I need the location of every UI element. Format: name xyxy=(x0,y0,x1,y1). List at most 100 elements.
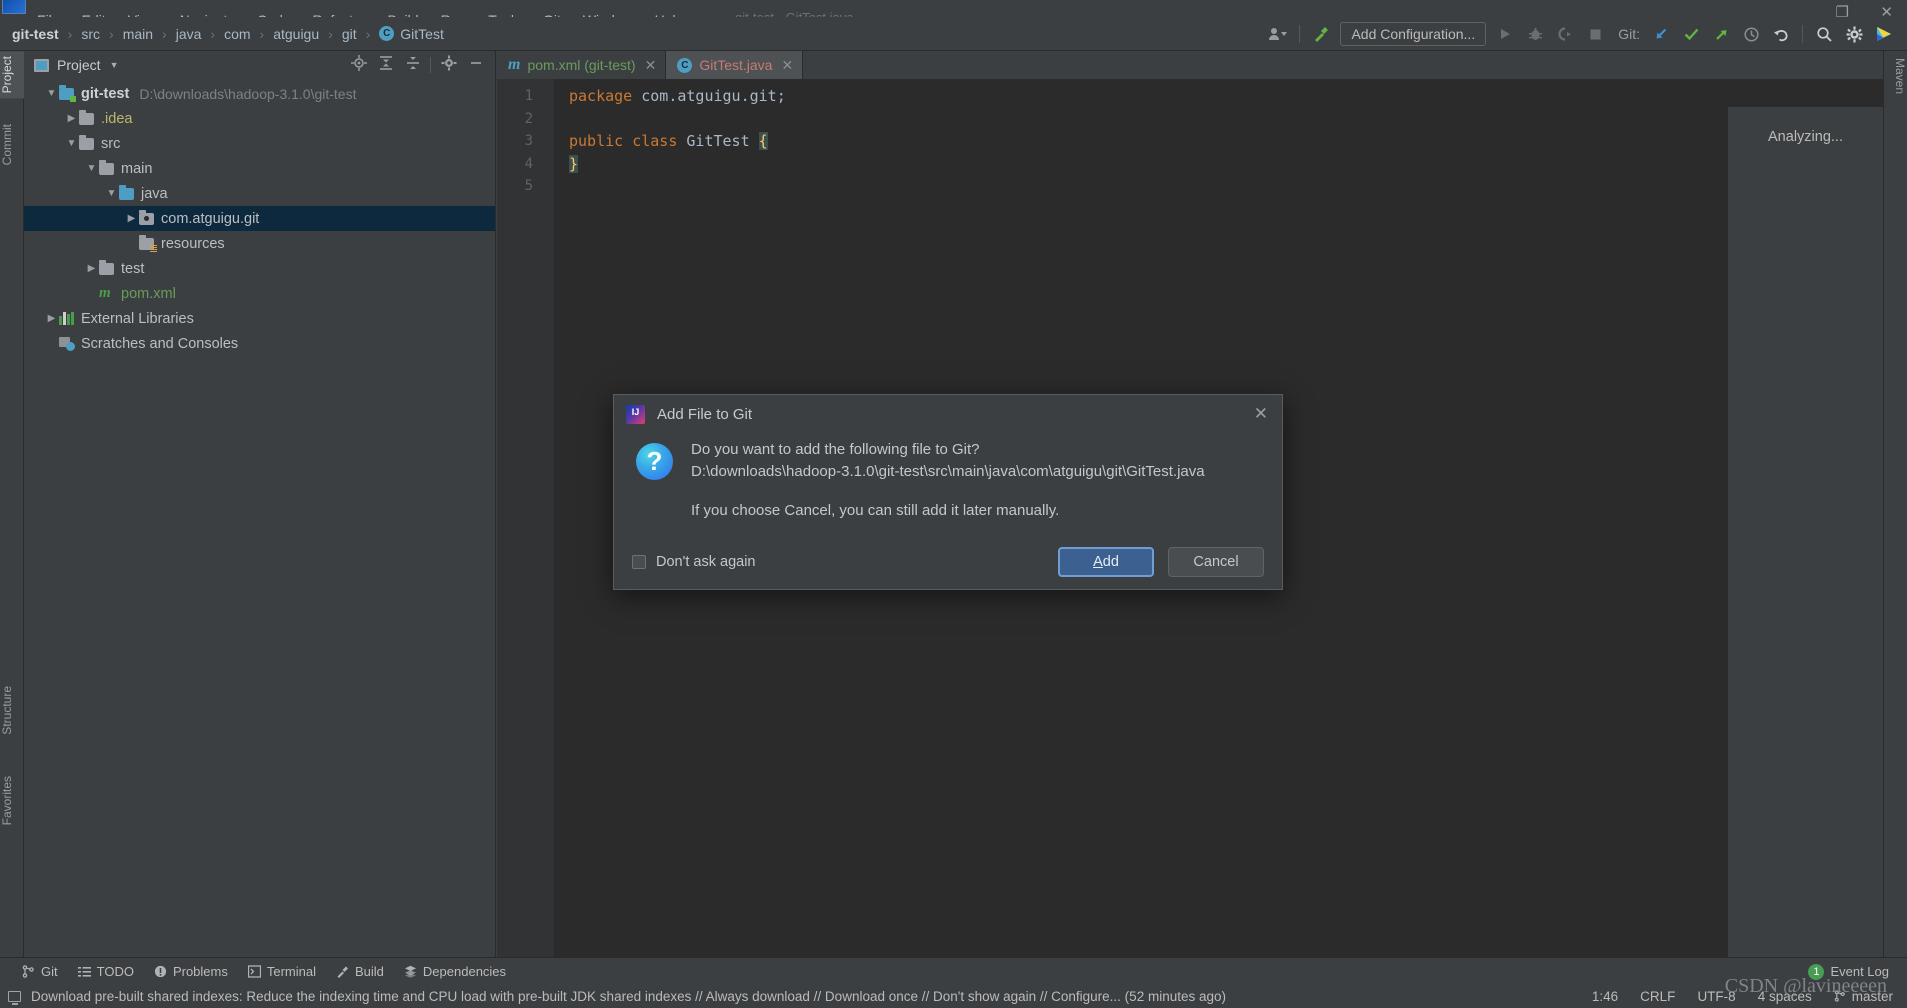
tool-button-dependencies[interactable]: Dependencies xyxy=(404,964,506,979)
bottom-tool-bar: Git TODO Problems Terminal Build Depende… xyxy=(0,957,1907,984)
git-branch-widget[interactable]: master xyxy=(1834,989,1893,1004)
dialog-title: Add File to Git xyxy=(657,405,753,423)
tool-button-build[interactable]: Build xyxy=(336,964,384,979)
terminal-icon xyxy=(247,964,261,978)
run-coverage-icon[interactable] xyxy=(1550,21,1580,47)
close-tab-icon[interactable]: ✕ xyxy=(645,57,657,74)
stop-icon[interactable] xyxy=(1580,21,1610,47)
chevron-right-icon[interactable]: ▶ xyxy=(84,263,99,274)
breadcrumb-main[interactable]: main xyxy=(123,26,153,42)
line-number: 3 xyxy=(524,133,533,149)
sidebar-item-maven[interactable]: Maven xyxy=(1883,53,1907,99)
tree-label: External Libraries xyxy=(81,310,194,327)
tool-button-problems[interactable]: Problems xyxy=(154,964,228,979)
locate-icon[interactable] xyxy=(345,54,372,76)
dont-ask-again-checkbox[interactable]: Don't ask again xyxy=(632,554,756,570)
chevron-right-icon[interactable]: ▶ xyxy=(44,313,59,324)
window-title: git-test - GitTest.java xyxy=(735,10,853,17)
chevron-down-icon[interactable]: ▼ xyxy=(64,138,79,149)
sidebar-item-commit[interactable]: Commit xyxy=(0,119,24,170)
tab-gittest-java[interactable]: C GitTest.java ✕ xyxy=(666,51,804,79)
chevron-down-icon[interactable]: ▼ xyxy=(104,188,119,199)
status-bar-right: 1:46 CRLF UTF-8 4 spaces master xyxy=(1592,989,1893,1004)
git-history-icon[interactable] xyxy=(1736,21,1766,47)
tool-button-terminal[interactable]: Terminal xyxy=(247,964,316,979)
breadcrumb-com[interactable]: com xyxy=(224,26,250,42)
chevron-down-icon[interactable]: ▼ xyxy=(84,163,99,174)
cancel-button[interactable]: Cancel xyxy=(1168,547,1264,577)
line-number-gutter: 1 2 3 4 5 xyxy=(497,79,541,957)
breadcrumb-gittest[interactable]: GitTest xyxy=(400,26,444,42)
tab-pom-xml[interactable]: m pom.xml (git-test) ✕ xyxy=(497,51,667,79)
tool-button-label: Git xyxy=(41,963,58,979)
tree-node-scratches-and-consoles[interactable]: Scratches and Consoles xyxy=(24,331,495,356)
chevron-down-icon[interactable]: ▼ xyxy=(110,60,119,70)
run-icon[interactable] xyxy=(1490,21,1520,47)
build-hammer-icon[interactable] xyxy=(1306,21,1336,47)
tree-node-git-test[interactable]: ▼ git-test D:\downloads\hadoop-3.1.0\git… xyxy=(24,81,495,106)
tree-node-external-libraries[interactable]: ▶ External Libraries xyxy=(24,306,495,331)
breadcrumb-separator: › xyxy=(365,25,371,42)
git-update-icon[interactable] xyxy=(1646,21,1676,47)
settings-gear-icon[interactable] xyxy=(435,54,462,76)
tab-label: pom.xml (git-test) xyxy=(527,57,636,73)
tree-label: src xyxy=(101,135,121,152)
line-separator[interactable]: CRLF xyxy=(1640,989,1675,1004)
tree-node-pom-xml[interactable]: m pom.xml xyxy=(24,281,495,306)
tree-node-com-atguigu-git[interactable]: ▶ com.atguigu.git xyxy=(24,206,495,231)
sidebar-item-project[interactable]: Project xyxy=(0,51,24,99)
folder-icon xyxy=(79,109,99,125)
search-everywhere-icon[interactable] xyxy=(1809,21,1839,47)
sidebar-item-favorites[interactable]: Favorites xyxy=(0,771,24,830)
close-tab-icon[interactable]: ✕ xyxy=(781,57,793,74)
tree-node-java[interactable]: ▼ java xyxy=(24,181,495,206)
debug-icon[interactable] xyxy=(1520,21,1550,47)
add-file-to-git-dialog: Add File to Git ✕ Do you want to add the… xyxy=(613,394,1283,590)
dialog-messages: Do you want to add the following file to… xyxy=(691,439,1205,522)
memory-indicator-icon[interactable] xyxy=(8,990,21,1005)
dialog-buttons: Add Cancel xyxy=(1058,547,1264,577)
user-avatar-icon[interactable] xyxy=(1263,21,1293,47)
tree-node-main[interactable]: ▼ main xyxy=(24,156,495,181)
indent-setting[interactable]: 4 spaces xyxy=(1758,989,1812,1004)
tree-node-idea[interactable]: ▶ .idea xyxy=(24,106,495,131)
caret-position[interactable]: 1:46 xyxy=(1592,989,1618,1004)
chevron-down-icon[interactable]: ▼ xyxy=(44,88,59,99)
add-configuration-button[interactable]: Add Configuration... xyxy=(1340,22,1487,46)
project-panel-header: Project ▼ xyxy=(24,51,495,79)
close-icon[interactable]: ✕ xyxy=(1254,405,1268,422)
hide-icon[interactable] xyxy=(462,55,489,76)
breadcrumb-java[interactable]: java xyxy=(176,26,202,42)
breadcrumb-atguigu[interactable]: atguigu xyxy=(273,26,319,42)
sidebar-item-structure[interactable]: Structure xyxy=(0,681,24,740)
tool-button-git[interactable]: Git xyxy=(22,964,58,979)
project-panel-title: Project xyxy=(57,57,101,73)
settings-gear-icon[interactable] xyxy=(1839,21,1869,47)
module-folder-icon xyxy=(59,84,79,102)
status-message[interactable]: Download pre-built shared indexes: Reduc… xyxy=(31,989,1226,1004)
restore-window-icon[interactable]: ❐ xyxy=(1836,3,1849,17)
dialog-body: Do you want to add the following file to… xyxy=(614,433,1282,522)
chevron-right-icon[interactable]: ▶ xyxy=(124,213,139,224)
package-folder-icon xyxy=(139,209,159,225)
tree-node-resources[interactable]: resources xyxy=(24,231,495,256)
git-commit-icon[interactable] xyxy=(1676,21,1706,47)
breadcrumb-git[interactable]: git xyxy=(342,26,357,42)
tool-button-todo[interactable]: TODO xyxy=(77,964,134,979)
collapse-all-icon[interactable] xyxy=(399,55,426,76)
tree-node-src[interactable]: ▼ src xyxy=(24,131,495,156)
tree-node-test[interactable]: ▶ test xyxy=(24,256,495,281)
breadcrumb-src[interactable]: src xyxy=(81,26,100,42)
expand-all-icon[interactable] xyxy=(372,55,399,76)
chevron-right-icon[interactable]: ▶ xyxy=(64,113,79,124)
add-button[interactable]: Add xyxy=(1058,547,1154,577)
code-line-4: } xyxy=(569,154,579,173)
git-push-icon[interactable] xyxy=(1706,21,1736,47)
close-window-icon[interactable]: ✕ xyxy=(1880,3,1893,17)
git-rollback-icon[interactable] xyxy=(1766,21,1796,47)
checkbox-box[interactable] xyxy=(632,555,646,569)
idea-help-icon[interactable] xyxy=(1869,21,1899,47)
file-encoding[interactable]: UTF-8 xyxy=(1697,989,1735,1004)
event-log-button[interactable]: 1 Event Log xyxy=(1808,958,1889,985)
breadcrumb-git-test[interactable]: git-test xyxy=(12,26,59,42)
